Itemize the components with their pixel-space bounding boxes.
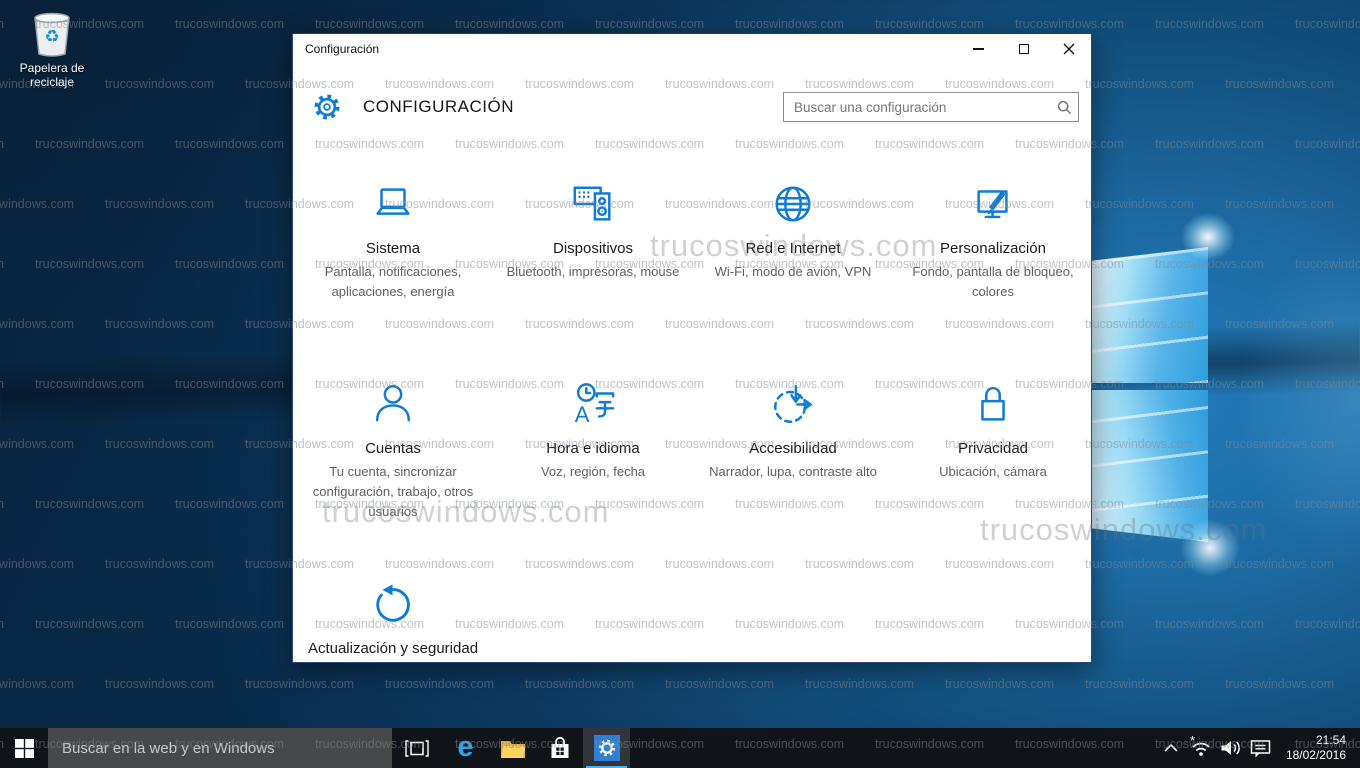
gear-icon: [313, 93, 341, 121]
tile-description: Ubicación, cámara: [939, 462, 1047, 482]
tile-description: Narrador, lupa, contraste alto: [709, 462, 877, 482]
tile-description: Tu cuenta, sincronizar configuración, tr…: [304, 462, 482, 522]
tile-description: Pantalla, notificaciones, aplicaciones, …: [304, 262, 482, 302]
settings-tile-accesibilidad[interactable]: Accesibilidad Narrador, lupa, contraste …: [693, 379, 893, 579]
task-view-button[interactable]: [392, 728, 442, 768]
close-button[interactable]: [1046, 34, 1091, 64]
laptop-icon: [370, 179, 416, 227]
windows-logo-icon: [15, 739, 34, 758]
settings-search-input[interactable]: [784, 100, 1050, 115]
tile-title: Actualización y seguridad: [308, 640, 478, 657]
page-title: CONFIGURACIÓN: [363, 97, 514, 117]
tray-volume-icon[interactable]: [1218, 728, 1244, 768]
ease-of-access-icon: [770, 379, 816, 427]
time-language-icon: A: [570, 379, 616, 427]
wallpaper-glow: [1172, 205, 1244, 269]
tile-description: Wi-Fi, modo de avión, VPN: [715, 262, 872, 282]
user-icon: [370, 379, 416, 427]
settings-search-box[interactable]: [783, 92, 1079, 122]
wifi-asterisk-badge: *: [1190, 734, 1195, 747]
taskbar-clock[interactable]: 21:54 18/02/2016: [1278, 733, 1354, 763]
update-icon: [370, 579, 416, 627]
tile-description: Bluetooth, impresoras, mouse: [507, 262, 680, 282]
recycle-bin-icon: ♻: [29, 8, 75, 58]
tile-title: Personalización: [940, 240, 1046, 257]
wallpaper-glow: [1170, 510, 1250, 586]
svg-text:A: A: [575, 402, 590, 427]
window-title: Configuración: [293, 42, 379, 56]
maximize-icon: [1019, 44, 1029, 54]
maximize-button[interactable]: [1001, 34, 1046, 64]
tray-chevron-up-icon[interactable]: [1158, 728, 1184, 768]
lock-icon: [970, 379, 1016, 427]
settings-window: Configuración CONFIGURACIÓN Sistema Pant…: [292, 33, 1092, 663]
taskbar-app-file-explorer[interactable]: [489, 728, 536, 768]
minimize-icon: [973, 48, 984, 50]
settings-tile-actualizaci-n-y-seguridad[interactable]: Actualización y seguridad: [293, 579, 493, 663]
folder-icon: [500, 738, 526, 759]
clock-time: 21:54: [1286, 733, 1346, 748]
tray-wifi-icon[interactable]: *: [1188, 728, 1214, 768]
tile-description: Voz, región, fecha: [541, 462, 645, 482]
settings-tile-cuentas[interactable]: Cuentas Tu cuenta, sincronizar configura…: [293, 379, 493, 579]
taskbar-app-store[interactable]: [536, 728, 583, 768]
taskbar: Buscar en la web y en Windows e: [0, 728, 1360, 768]
settings-tile-hora-e-idioma[interactable]: A Hora e idioma Voz, región, fecha: [493, 379, 693, 579]
recycle-bin-shortcut[interactable]: ♻ Papelera de reciclaje: [6, 8, 98, 89]
taskbar-app-settings[interactable]: [583, 728, 630, 768]
tray-action-center-icon[interactable]: [1248, 728, 1274, 768]
tile-title: Dispositivos: [553, 240, 633, 257]
tile-title: Hora e idioma: [546, 440, 639, 457]
tile-title: Privacidad: [958, 440, 1028, 457]
windows-logo-top-pane: [1092, 247, 1208, 383]
settings-tile-privacidad[interactable]: Privacidad Ubicación, cámara: [893, 379, 1092, 579]
clock-date: 18/02/2016: [1286, 748, 1346, 763]
taskbar-search-placeholder: Buscar en la web y en Windows: [62, 740, 275, 757]
personalization-icon: [970, 179, 1016, 227]
settings-app-icon: [594, 735, 620, 761]
taskbar-app-edge[interactable]: e: [442, 728, 489, 768]
settings-tile-dispositivos[interactable]: Dispositivos Bluetooth, impresoras, mous…: [493, 179, 693, 379]
task-view-icon: [405, 740, 429, 757]
start-button[interactable]: [0, 728, 48, 768]
tile-title: Sistema: [366, 240, 420, 257]
settings-tile-red-e-internet[interactable]: Red e Internet Wi-Fi, modo de avión, VPN: [693, 179, 893, 379]
minimize-button[interactable]: [956, 34, 1001, 64]
tile-title: Cuentas: [365, 440, 421, 457]
svg-text:♻: ♻: [44, 27, 59, 46]
edge-icon: e: [457, 733, 473, 762]
tile-description: Fondo, pantalla de bloqueo, colores: [904, 262, 1082, 302]
tile-title: Accesibilidad: [749, 440, 837, 457]
settings-tile-personalizaci-n[interactable]: Personalización Fondo, pantalla de bloqu…: [893, 179, 1092, 379]
search-icon[interactable]: [1050, 100, 1078, 115]
devices-icon: [570, 179, 616, 227]
close-icon: [1063, 43, 1075, 55]
store-icon: [549, 736, 571, 760]
settings-category-grid: Sistema Pantalla, notificaciones, aplica…: [293, 179, 1092, 663]
tile-title: Red e Internet: [745, 240, 840, 257]
recycle-bin-label: Papelera de reciclaje: [6, 61, 98, 89]
window-titlebar[interactable]: Configuración: [293, 34, 1091, 64]
globe-icon: [770, 179, 816, 227]
gear-icon: [598, 739, 616, 757]
taskbar-search-box[interactable]: Buscar en la web y en Windows: [48, 728, 392, 768]
settings-tile-sistema[interactable]: Sistema Pantalla, notificaciones, aplica…: [293, 179, 493, 379]
